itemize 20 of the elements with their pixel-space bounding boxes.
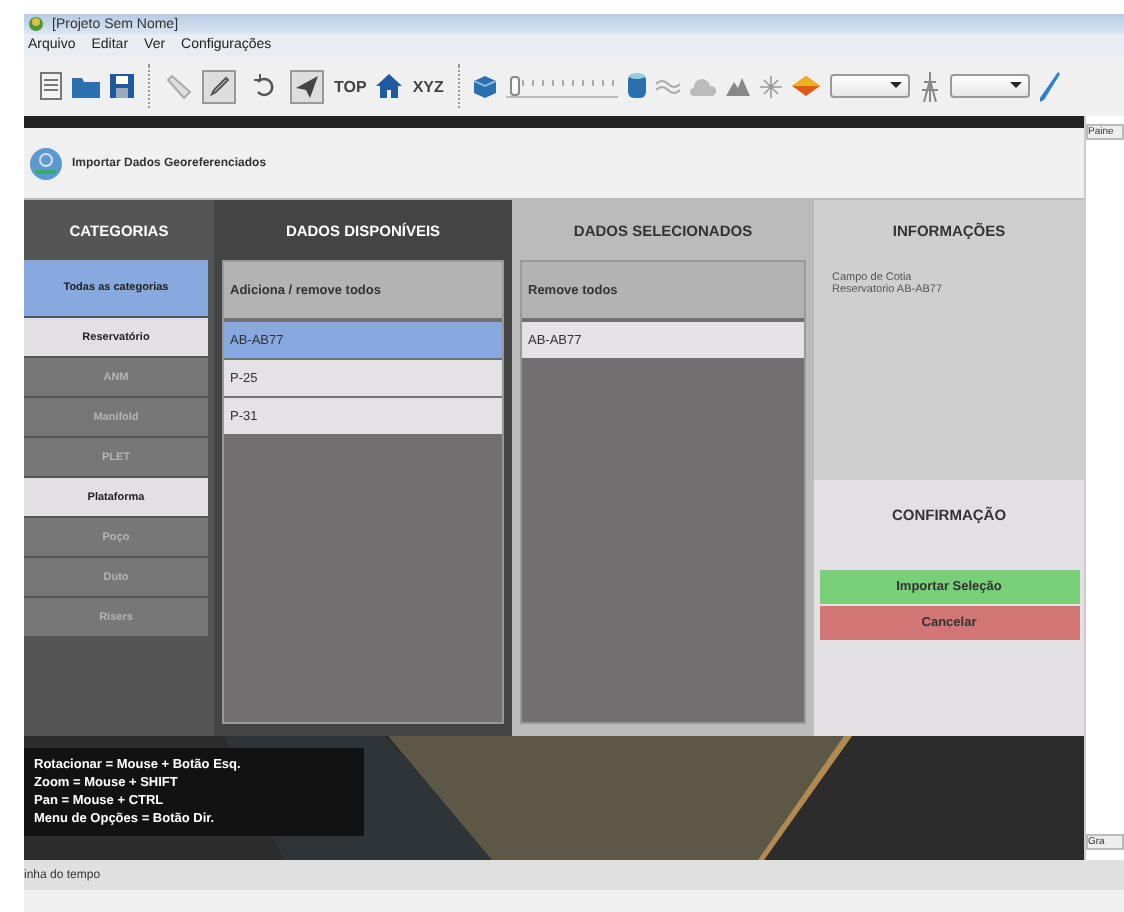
- home-icon[interactable]: [376, 74, 403, 98]
- save-icon[interactable]: [110, 74, 134, 98]
- star-icon[interactable]: [759, 75, 782, 97]
- app-icon: [28, 16, 44, 32]
- new-document-icon[interactable]: [40, 72, 62, 100]
- terrain-icon[interactable]: [791, 76, 820, 96]
- ruler-icon[interactable]: [164, 72, 192, 100]
- slider[interactable]: [505, 75, 618, 97]
- folder-icon[interactable]: [72, 75, 100, 97]
- cube-icon[interactable]: [473, 75, 496, 97]
- pen-tool-button[interactable]: [202, 69, 236, 103]
- waves-icon[interactable]: [655, 78, 680, 94]
- dropdown[interactable]: [949, 74, 1030, 98]
- mountain-icon[interactable]: [725, 77, 750, 95]
- top-view-button[interactable]: TOP: [334, 77, 367, 95]
- tower-icon[interactable]: [919, 71, 940, 101]
- cylinder-icon[interactable]: [627, 72, 646, 100]
- xyz-button[interactable]: XYZ: [412, 77, 444, 95]
- dropdown[interactable]: [829, 74, 910, 98]
- pencil-icon[interactable]: [1039, 71, 1060, 101]
